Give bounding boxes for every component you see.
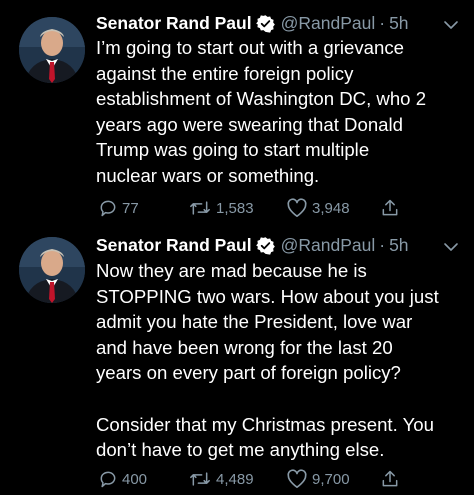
profile-photo-icon: [19, 237, 85, 303]
verified-badge-icon: [255, 14, 275, 33]
share-icon: [382, 199, 398, 216]
like-count: 9,700: [312, 470, 350, 488]
share-button[interactable]: [380, 468, 404, 490]
reply-count: 77: [122, 199, 139, 217]
reply-count: 400: [122, 470, 148, 488]
tweet-text: I’m going to start out with a grievance …: [96, 37, 427, 186]
verified-badge-icon: [255, 236, 275, 255]
like-count: 3,948: [312, 199, 350, 217]
reply-button[interactable]: 400: [98, 468, 147, 490]
reply-icon: [100, 200, 116, 217]
action-bar: 400 4,489 9,700: [96, 468, 466, 490]
tweet-header: Senator Rand Paul @RandPaul · 5h: [96, 233, 409, 257]
author-name[interactable]: Senator Rand Paul: [96, 11, 252, 35]
share-icon: [382, 470, 398, 487]
retweet-count: 4,489: [216, 470, 254, 488]
tweet[interactable]: Senator Rand Paul @RandPaul · 5h I’m goi…: [0, 0, 474, 232]
author-handle[interactable]: @RandPaul: [281, 233, 376, 257]
reply-button[interactable]: 77: [98, 197, 139, 219]
tweet-header: Senator Rand Paul @RandPaul · 5h: [96, 11, 409, 35]
action-bar: 77 1,583 3,948: [96, 197, 466, 219]
retweet-button[interactable]: 1,583: [188, 197, 254, 219]
avatar[interactable]: [19, 237, 85, 303]
separator-dot: ·: [379, 235, 386, 255]
reply-icon: [100, 471, 116, 488]
timestamp[interactable]: 5h: [389, 11, 408, 35]
chevron-down-icon[interactable]: [443, 17, 459, 33]
retweet-icon: [190, 472, 210, 486]
retweet-button[interactable]: 4,489: [188, 468, 254, 490]
retweet-count: 1,583: [216, 199, 254, 217]
like-button[interactable]: 3,948: [286, 197, 350, 219]
avatar[interactable]: [19, 17, 85, 83]
profile-photo-icon: [19, 17, 85, 83]
chevron-down-icon[interactable]: [443, 239, 459, 255]
share-button[interactable]: [380, 197, 404, 219]
like-button[interactable]: 9,700: [286, 468, 350, 490]
separator-dot: ·: [379, 13, 386, 33]
heart-icon: [287, 469, 307, 488]
retweet-icon: [190, 201, 210, 215]
author-name[interactable]: Senator Rand Paul: [96, 233, 252, 257]
timestamp[interactable]: 5h: [389, 233, 408, 257]
heart-icon: [287, 198, 307, 217]
tweet[interactable]: Senator Rand Paul @RandPaul · 5h Now the…: [0, 232, 474, 495]
tweet-text: Now they are mad because he is STOPPING …: [96, 260, 439, 461]
author-handle[interactable]: @RandPaul: [281, 11, 376, 35]
